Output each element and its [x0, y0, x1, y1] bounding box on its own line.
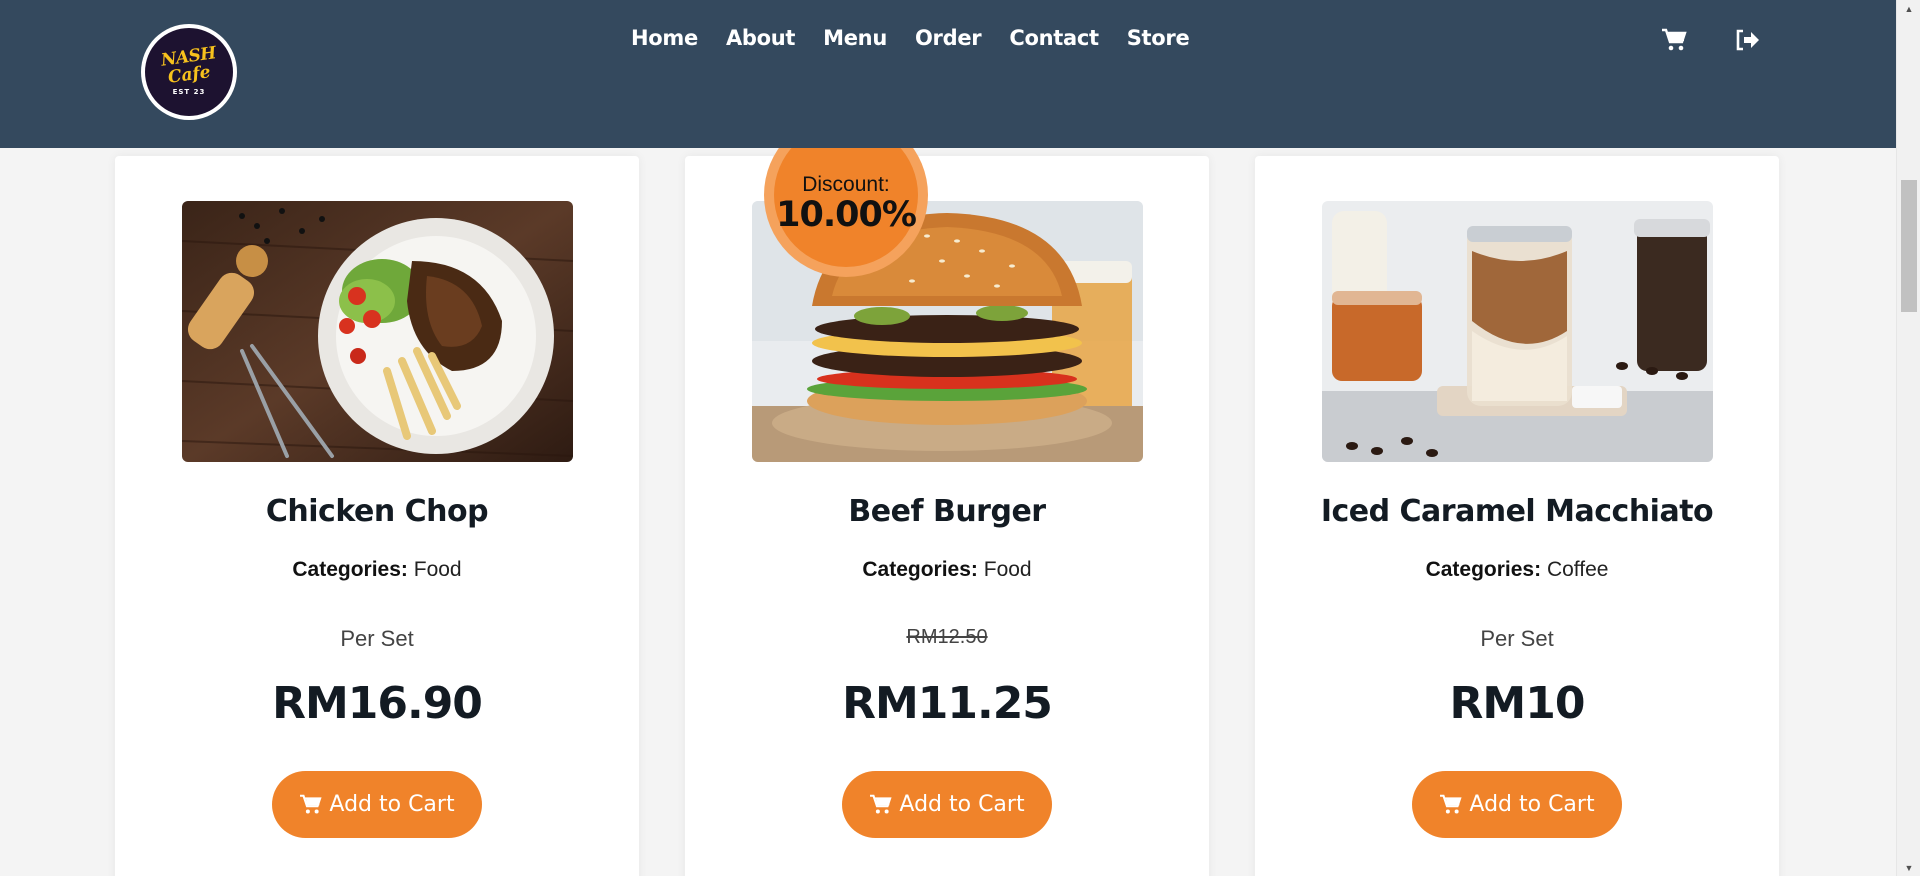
product-card: Iced Caramel Macchiato Categories: Coffe…	[1255, 156, 1779, 876]
product-categories: Categories: Food	[115, 558, 639, 582]
add-to-cart-label: Add to Cart	[329, 792, 455, 817]
logo-text-line-3: EST 23	[172, 87, 206, 96]
add-to-cart-button[interactable]: Add to Cart	[272, 771, 482, 838]
shopping-cart-icon[interactable]	[1661, 28, 1687, 52]
product-categories: Categories: Coffee	[1255, 558, 1779, 582]
product-price: RM10	[1449, 678, 1586, 729]
product-price: RM11.25	[842, 678, 1053, 729]
page-scrollbar[interactable]: ▲ ▼	[1896, 0, 1920, 876]
add-to-cart-label: Add to Cart	[899, 792, 1025, 817]
category-value: Food	[413, 558, 462, 581]
nav-link-order[interactable]: Order	[915, 26, 982, 50]
product-categories: Categories: Food	[685, 558, 1209, 582]
add-to-cart-label: Add to Cart	[1469, 792, 1595, 817]
nav-link-store[interactable]: Store	[1127, 26, 1190, 50]
nav-link-menu[interactable]: Menu	[823, 26, 887, 50]
product-unit: Per Set	[1480, 626, 1554, 651]
shopping-cart-icon	[1440, 794, 1462, 814]
category-value: Coffee	[1546, 558, 1609, 581]
product-price: RM16.90	[272, 678, 483, 729]
navbar: NASH Cafe EST 23 Home About Menu Order C…	[0, 0, 1896, 148]
scrollbar-thumb[interactable]	[1901, 180, 1917, 312]
product-name: Chicken Chop	[265, 494, 489, 529]
product-name: Iced Caramel Macchiato	[1320, 494, 1714, 529]
main-nav: Home About Menu Order Contact Store	[631, 26, 1217, 50]
product-card: Chicken Chop Categories: Food Per Set RM…	[115, 156, 639, 876]
logo-text-line-2: Cafe	[166, 61, 212, 88]
nav-link-contact[interactable]: Contact	[1009, 26, 1099, 50]
menu-section: Chicken Chop Categories: Food Per Set RM…	[0, 148, 1896, 876]
product-card: Beef Burger Categories: Food RM12.50 RM1…	[685, 156, 1209, 876]
logo-badge: NASH Cafe EST 23	[145, 28, 233, 116]
original-price: RM12.50	[906, 626, 988, 648]
product-unit: Per Set	[340, 626, 414, 651]
categories-label: Categories:	[1425, 558, 1542, 581]
nav-link-about[interactable]: About	[726, 26, 796, 50]
product-image-iced-caramel-macchiato	[1322, 201, 1713, 462]
product-name: Beef Burger	[848, 494, 1046, 529]
discount-label: Discount:	[802, 173, 890, 196]
add-to-cart-button[interactable]: Add to Cart	[1412, 771, 1622, 838]
product-image-chicken-chop	[182, 201, 573, 462]
categories-label: Categories:	[862, 558, 978, 581]
categories-label: Categories:	[292, 558, 408, 581]
category-value: Food	[983, 558, 1032, 581]
add-to-cart-button[interactable]: Add to Cart	[842, 771, 1052, 838]
scroll-up-arrow-icon[interactable]: ▲	[1897, 0, 1920, 17]
scroll-down-arrow-icon[interactable]: ▼	[1897, 859, 1920, 876]
nav-link-home[interactable]: Home	[631, 26, 698, 50]
brand-logo[interactable]: NASH Cafe EST 23	[141, 24, 237, 120]
discount-value: 10.00%	[776, 195, 917, 235]
shopping-cart-icon	[300, 794, 322, 814]
page: NASH Cafe EST 23 Home About Menu Order C…	[0, 0, 1920, 876]
sign-out-icon[interactable]	[1734, 28, 1760, 52]
shopping-cart-icon	[870, 794, 892, 814]
